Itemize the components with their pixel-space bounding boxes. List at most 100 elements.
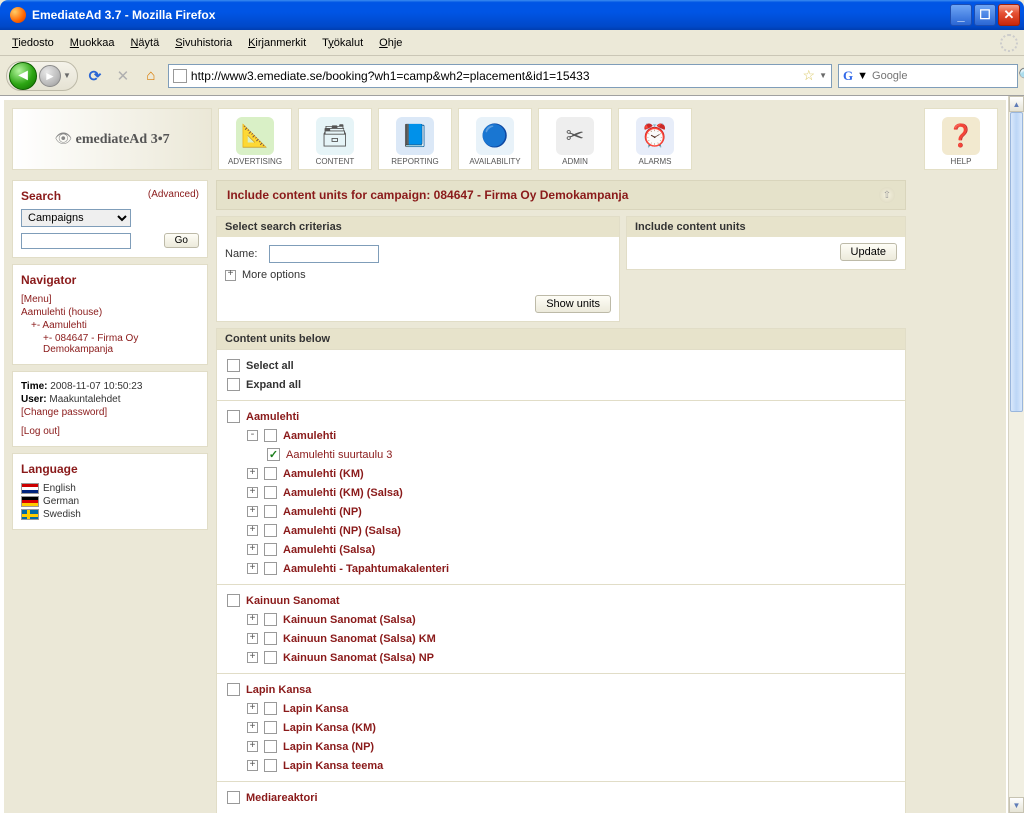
expand-toggle[interactable]: +: [247, 544, 258, 555]
nav-item[interactable]: +- Aamulehti: [21, 319, 199, 332]
search-bar[interactable]: G ▼ 🔍: [838, 64, 1018, 88]
lang-german[interactable]: German: [21, 495, 199, 508]
expand-toggle[interactable]: +: [247, 506, 258, 517]
unit-label[interactable]: Lapin Kansa (NP): [283, 741, 374, 753]
unit-checkbox[interactable]: [267, 448, 280, 461]
scroll-up[interactable]: ▲: [1009, 96, 1024, 112]
unit-checkbox[interactable]: [264, 524, 277, 537]
toolbar-alarms[interactable]: ⏰ALARMS: [618, 108, 692, 170]
menu-sivuhistoria[interactable]: Sivuhistoria: [169, 35, 238, 51]
toolbar-admin[interactable]: ✂ADMIN: [538, 108, 612, 170]
lang-swedish[interactable]: Swedish: [21, 508, 199, 521]
unit-group-label[interactable]: Kainuun Sanomat: [246, 595, 340, 607]
unit-checkbox[interactable]: [264, 613, 277, 626]
unit-label[interactable]: Kainuun Sanomat (Salsa) KM: [283, 633, 436, 645]
lang-english[interactable]: English: [21, 482, 199, 495]
unit-group-label[interactable]: Lapin Kansa: [246, 684, 311, 696]
unit-group-label[interactable]: Aamulehti: [246, 411, 299, 423]
minimize-button[interactable]: _: [950, 4, 972, 26]
expand-toggle[interactable]: +: [247, 741, 258, 752]
bookmark-star-icon[interactable]: ☆: [803, 67, 816, 84]
search-text-input[interactable]: [21, 233, 131, 249]
unit-checkbox[interactable]: [227, 594, 240, 607]
unit-checkbox[interactable]: [264, 429, 277, 442]
unit-label[interactable]: Aamulehti - Tapahtumakalenteri: [283, 563, 449, 575]
toolbar-availability[interactable]: 🔵AVAILABILITY: [458, 108, 532, 170]
unit-label[interactable]: Aamulehti (KM) (Salsa): [283, 487, 403, 499]
url-dropdown[interactable]: ▼: [819, 71, 827, 80]
expand-toggle[interactable]: +: [247, 722, 258, 733]
url-bar[interactable]: ☆ ▼: [168, 64, 832, 88]
expand-toggle[interactable]: +: [247, 563, 258, 574]
show-units-button[interactable]: Show units: [535, 295, 611, 313]
go-button[interactable]: Go: [164, 233, 199, 248]
unit-checkbox[interactable]: [264, 486, 277, 499]
unit-label[interactable]: Kainuun Sanomat (Salsa): [283, 614, 416, 626]
expand-toggle[interactable]: +: [247, 525, 258, 536]
menu-ohje[interactable]: Ohje: [373, 35, 408, 51]
nav-history-dropdown[interactable]: ▼: [63, 71, 71, 80]
nav-item[interactable]: Aamulehti (house): [21, 306, 199, 319]
menu-kirjanmerkit[interactable]: Kirjanmerkit: [242, 35, 312, 51]
nav-item[interactable]: +- 084647 - Firma Oy Demokampanja: [21, 332, 199, 356]
unit-checkbox[interactable]: [227, 683, 240, 696]
select-all-label[interactable]: Select all: [246, 360, 294, 372]
unit-label[interactable]: Aamulehti (KM): [283, 468, 364, 480]
toolbar-reporting[interactable]: 📘REPORTING: [378, 108, 452, 170]
search-icon[interactable]: 🔍: [1018, 67, 1024, 84]
unit-label[interactable]: Aamulehti (NP) (Salsa): [283, 525, 401, 537]
expand-all-label[interactable]: Expand all: [246, 379, 301, 391]
nav-menu[interactable]: [Menu]: [21, 293, 199, 306]
logout-link[interactable]: [Log out]: [21, 425, 199, 438]
unit-checkbox[interactable]: [264, 505, 277, 518]
change-password-link[interactable]: [Change password]: [21, 406, 199, 419]
search-input[interactable]: [872, 70, 1014, 82]
unit-checkbox[interactable]: [227, 791, 240, 804]
collapse-icon[interactable]: ⇧: [879, 187, 895, 203]
unit-checkbox[interactable]: [264, 759, 277, 772]
expand-toggle[interactable]: +: [247, 703, 258, 714]
toolbar-content[interactable]: 🗃CONTENT: [298, 108, 372, 170]
unit-leaf-label[interactable]: Aamulehti suurtaulu 3: [286, 449, 392, 461]
menu-nayta[interactable]: Näytä: [124, 35, 165, 51]
expand-toggle[interactable]: +: [247, 633, 258, 644]
unit-checkbox[interactable]: [264, 651, 277, 664]
menu-tyokalut[interactable]: Työkalut: [316, 35, 369, 51]
unit-label[interactable]: Aamulehti: [283, 430, 336, 442]
unit-checkbox[interactable]: [264, 632, 277, 645]
close-button[interactable]: ✕: [998, 4, 1020, 26]
home-button[interactable]: ⌂: [140, 65, 162, 87]
update-button[interactable]: Update: [840, 243, 897, 261]
unit-label[interactable]: Lapin Kansa: [283, 703, 348, 715]
unit-label[interactable]: Aamulehti (Salsa): [283, 544, 375, 556]
scroll-down[interactable]: ▼: [1009, 797, 1024, 813]
unit-label[interactable]: Kainuun Sanomat (Salsa) NP: [283, 652, 434, 664]
name-input[interactable]: [269, 245, 379, 263]
search-type-select[interactable]: Campaigns: [21, 209, 131, 227]
expand-toggle[interactable]: +: [247, 614, 258, 625]
expand-more-options[interactable]: +: [225, 270, 236, 281]
unit-group-label[interactable]: Mediareaktori: [246, 792, 318, 804]
expand-toggle[interactable]: +: [247, 652, 258, 663]
forward-button[interactable]: ►: [39, 65, 61, 87]
unit-checkbox[interactable]: [264, 702, 277, 715]
unit-checkbox[interactable]: [264, 562, 277, 575]
scrollbar[interactable]: ▲ ▼: [1008, 96, 1024, 813]
maximize-button[interactable]: ☐: [974, 4, 996, 26]
menu-muokkaa[interactable]: Muokkaa: [64, 35, 121, 51]
toolbar-help[interactable]: ❓HELP: [924, 108, 998, 170]
search-engine-dropdown[interactable]: ▼: [857, 70, 868, 82]
unit-checkbox[interactable]: [264, 740, 277, 753]
scroll-thumb[interactable]: [1010, 112, 1023, 412]
select-all-checkbox[interactable]: [227, 359, 240, 372]
expand-all-checkbox[interactable]: [227, 378, 240, 391]
url-input[interactable]: [191, 69, 799, 83]
unit-label[interactable]: Aamulehti (NP): [283, 506, 362, 518]
expand-toggle[interactable]: +: [247, 468, 258, 479]
stop-button[interactable]: ✕: [112, 65, 134, 87]
menu-tiedosto[interactable]: Tiedosto: [6, 35, 60, 51]
expand-toggle[interactable]: -: [247, 430, 258, 441]
expand-toggle[interactable]: +: [247, 487, 258, 498]
unit-label[interactable]: Lapin Kansa (KM): [283, 722, 376, 734]
advanced-link[interactable]: (Advanced): [148, 189, 199, 200]
